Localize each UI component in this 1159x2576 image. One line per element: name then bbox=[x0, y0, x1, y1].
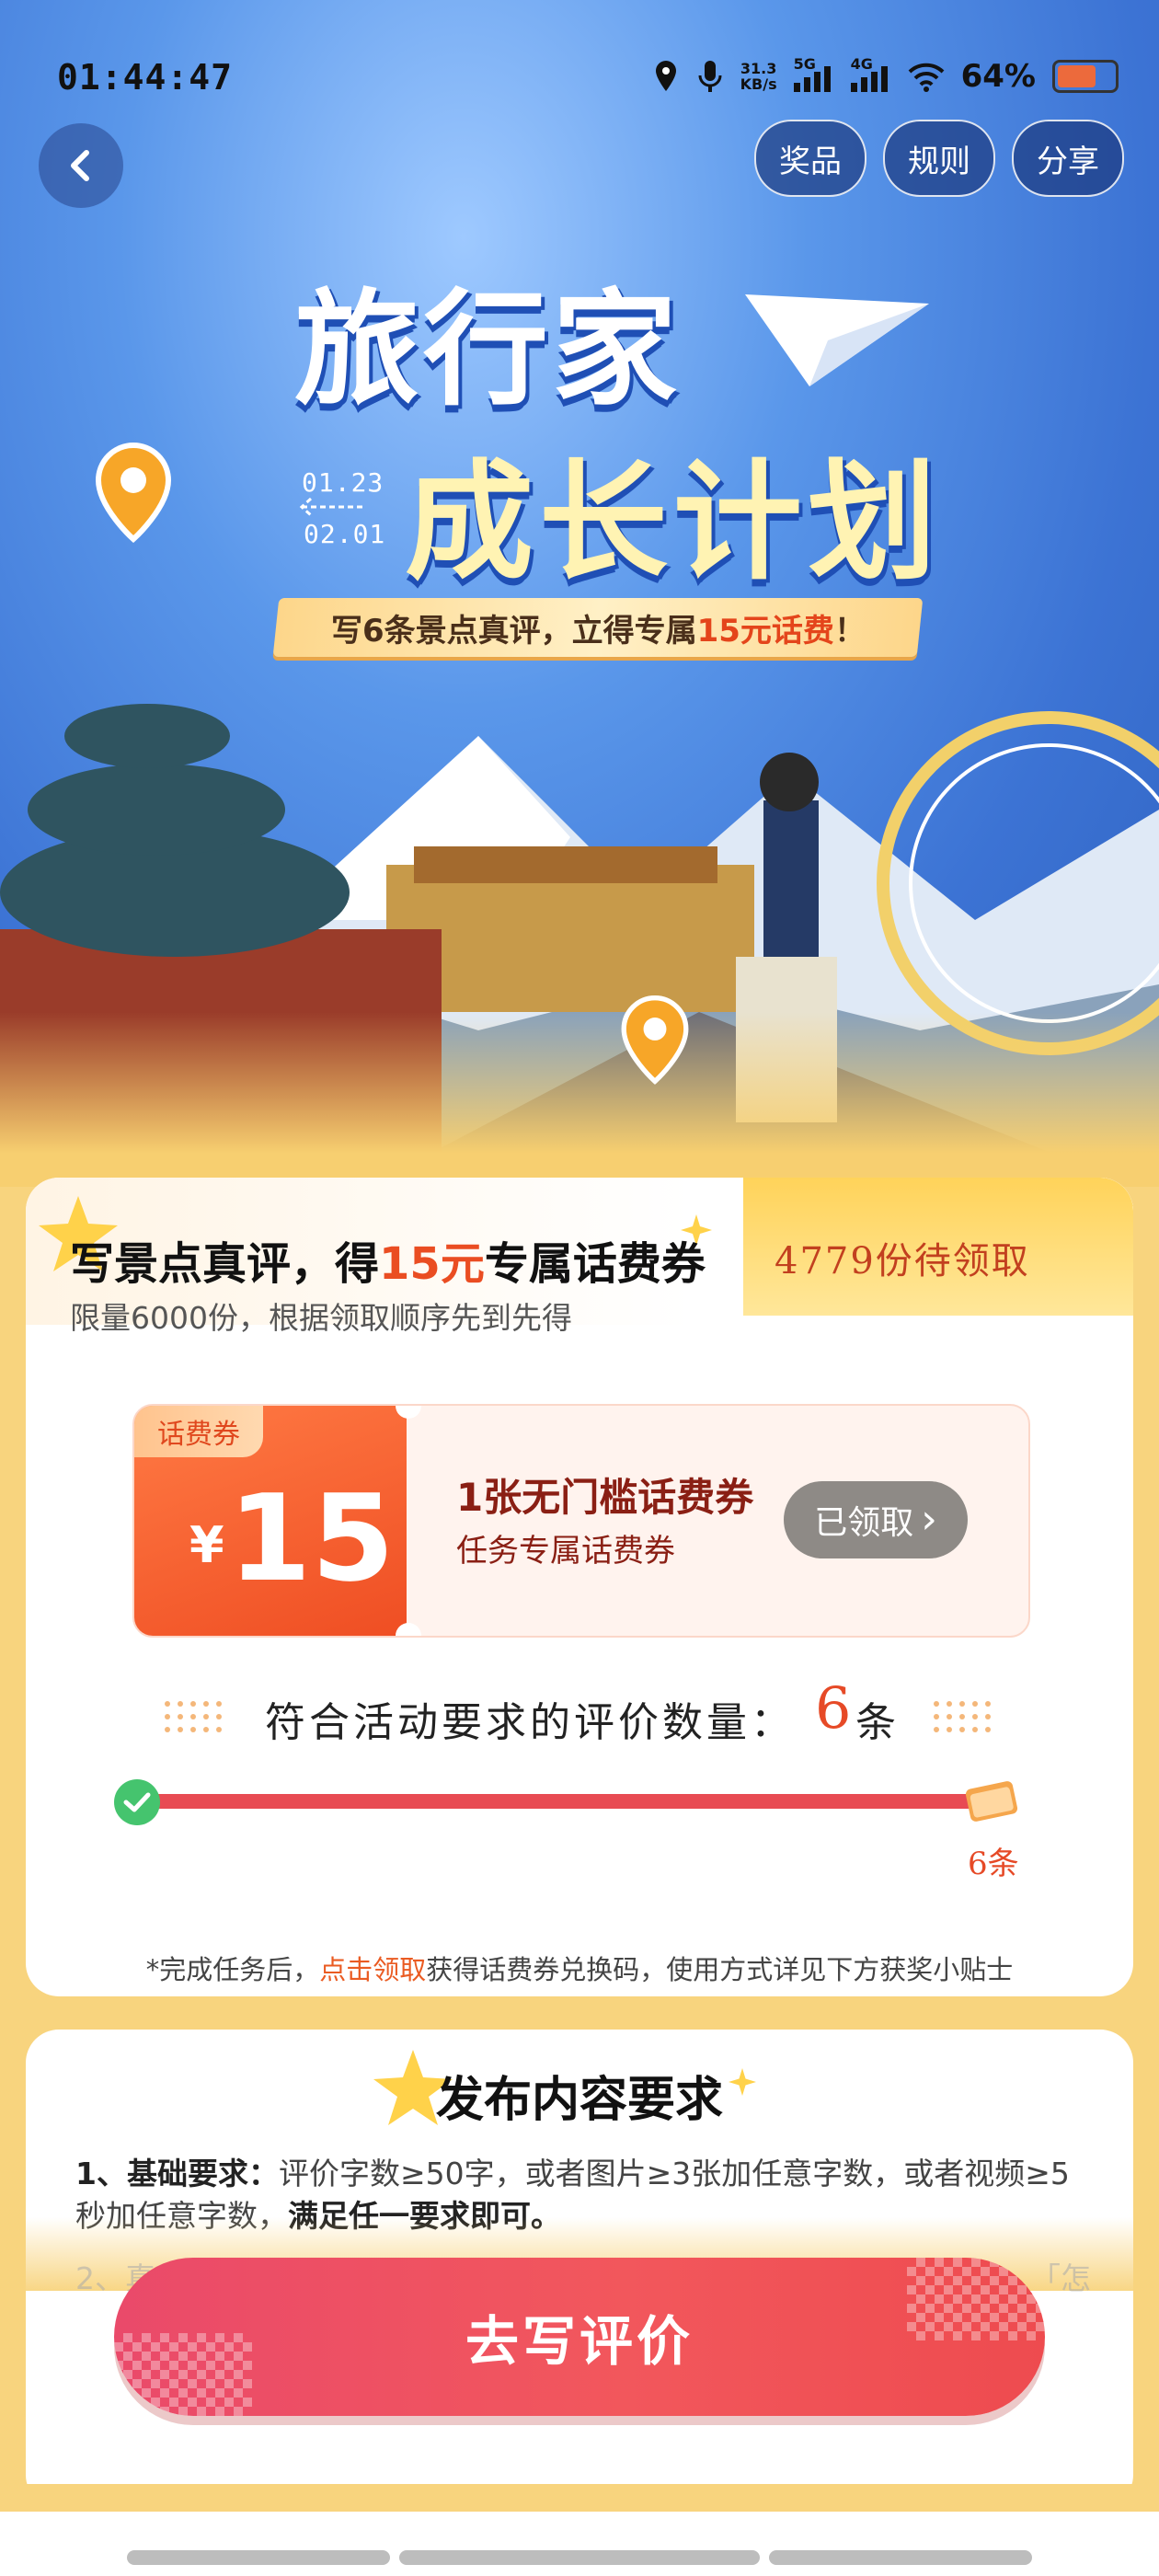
microphone-icon bbox=[698, 61, 722, 92]
hero-promo-banner: 写6条景点真评，立得专属15元话费！ bbox=[272, 598, 924, 657]
dots-decoration-right bbox=[934, 1701, 991, 1732]
location-pin-icon bbox=[95, 442, 172, 543]
battery-percent: 64% bbox=[960, 58, 1036, 95]
progress-bar bbox=[138, 1794, 975, 1809]
coupon-tag: 话费券 bbox=[134, 1406, 263, 1457]
page: 01:44:47 31.3 KB/s 5G 4G 64% 奖品 规则 分享 旅行… bbox=[0, 0, 1159, 2576]
reward-footnote: *完成任务后，点击领取获得话费券兑换码，使用方式详见下方获奖小贴士 bbox=[145, 1954, 1014, 1985]
coupon-value-panel: 话费券 ¥ 15 bbox=[134, 1406, 407, 1636]
qualified-reviews-count: 6 bbox=[815, 1674, 852, 1742]
requirements-title: 发布内容要求 bbox=[435, 2073, 723, 2128]
status-icons: 31.3 KB/s 5G 4G 64% bbox=[652, 53, 1119, 99]
checker-decoration bbox=[907, 2258, 1045, 2340]
coupon-notch bbox=[396, 1623, 421, 1636]
coupon-card: 话费券 ¥ 15 1张无门槛话费券 任务专属话费券 已领取 › bbox=[132, 1404, 1030, 1638]
coupon-ticket-icon bbox=[965, 1781, 1018, 1822]
back-button[interactable] bbox=[39, 123, 123, 208]
hero-fade bbox=[0, 1012, 1159, 1187]
claim-link[interactable]: 点击领取 bbox=[319, 1954, 426, 1985]
chevron-right-icon: › bbox=[921, 1496, 937, 1543]
signal-5g-icon: 5G bbox=[793, 55, 834, 92]
claimed-button[interactable]: 已领取 › bbox=[784, 1481, 968, 1558]
location-pin-icon bbox=[621, 995, 689, 1085]
hero-title-line1: 旅行家 bbox=[294, 278, 681, 423]
remaining-count: 4779份待领取 bbox=[775, 1240, 1030, 1282]
nav-indicator-segment bbox=[127, 2550, 390, 2565]
location-icon bbox=[655, 61, 676, 91]
battery-icon bbox=[1052, 60, 1119, 93]
qualified-reviews-label: 符合活动要求的评价数量： bbox=[265, 1699, 795, 1746]
checker-decoration bbox=[114, 2333, 252, 2416]
date-end: 02.01 bbox=[304, 519, 386, 549]
progress-target-label: 6条 bbox=[968, 1846, 1019, 1882]
check-icon bbox=[114, 1779, 160, 1825]
paper-plane-icon bbox=[745, 294, 929, 386]
claimed-button-label: 已领取 bbox=[814, 1504, 914, 1542]
coupon-currency: ¥ bbox=[189, 1516, 224, 1574]
status-time: 01:44:47 bbox=[57, 57, 234, 98]
reward-title: 写景点真评，得15元专属话费券 bbox=[70, 1238, 706, 1290]
gesture-bar-area bbox=[0, 2512, 1159, 2576]
dots-decoration-left bbox=[165, 1701, 222, 1732]
write-review-label: 去写评价 bbox=[465, 2310, 694, 2373]
nav-indicator-segment bbox=[399, 2550, 760, 2565]
rules-button[interactable]: 规则 bbox=[883, 120, 995, 197]
coupon-amount: 15 bbox=[228, 1468, 395, 1608]
prize-button[interactable]: 奖品 bbox=[754, 120, 866, 197]
date-arrow-icon bbox=[299, 497, 366, 517]
nav-indicator-segment bbox=[769, 2550, 1032, 2565]
reward-subtitle: 限量6000份，根据领取顺序先到先得 bbox=[70, 1300, 572, 1336]
chevron-left-icon bbox=[71, 150, 89, 181]
wifi-icon bbox=[908, 63, 944, 92]
share-button[interactable]: 分享 bbox=[1012, 120, 1124, 197]
coupon-description: 任务专属话费券 bbox=[456, 1533, 675, 1570]
coupon-title: 1张无门槛话费券 bbox=[456, 1475, 754, 1520]
write-review-button[interactable]: 去写评价 bbox=[114, 2258, 1045, 2416]
network-speed: 31.3 KB/s bbox=[740, 60, 777, 93]
status-bar: 01:44:47 31.3 KB/s 5G 4G 64% bbox=[0, 0, 1159, 147]
signal-4g-icon: 4G bbox=[850, 55, 891, 92]
hero-title-line2: 成长计划 bbox=[405, 448, 943, 598]
qualified-reviews-unit: 条 bbox=[855, 1699, 896, 1746]
